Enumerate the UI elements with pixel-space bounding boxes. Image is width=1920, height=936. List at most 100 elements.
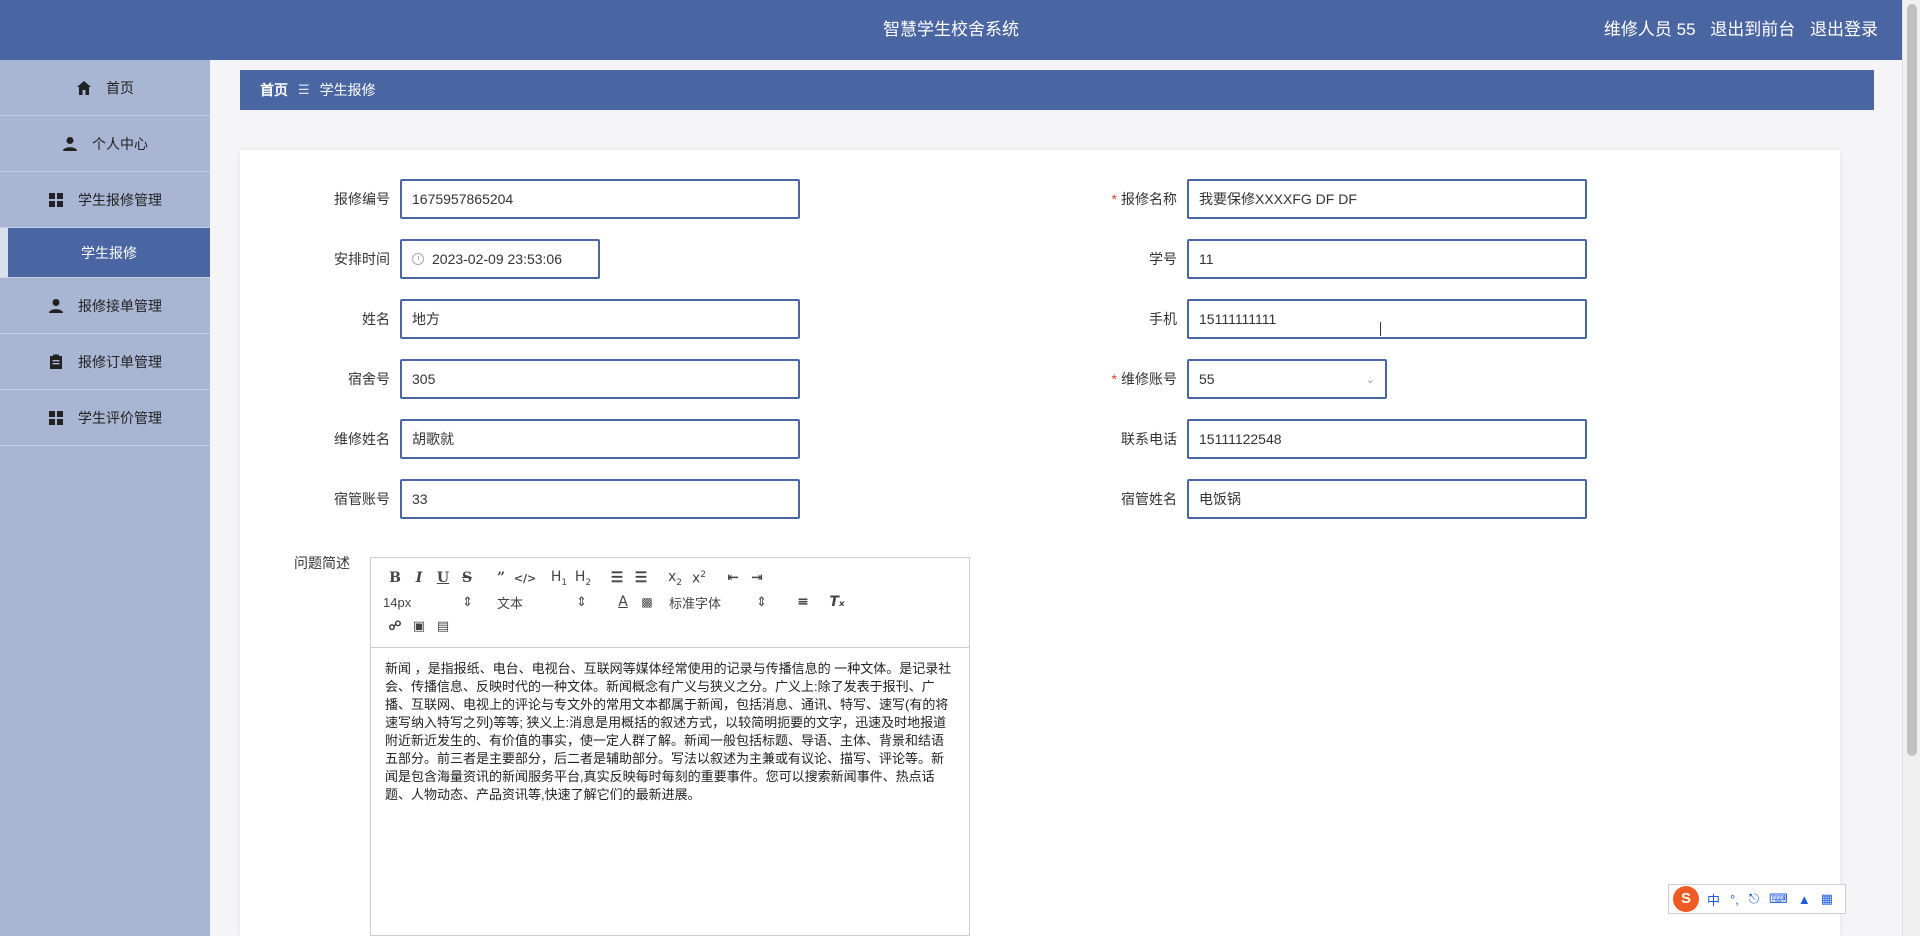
repair-person-input[interactable]: 胡歌就 — [400, 419, 800, 459]
field-schedule-time: 安排时间 2023-02-09 23:53:06 — [280, 239, 600, 279]
dorm-admin-name-input[interactable]: 电饭锅 — [1187, 479, 1587, 519]
field-label: 维修姓名 — [334, 431, 390, 447]
image-icon[interactable]: ▣ — [407, 619, 431, 634]
sidebar: 首页 个人中心 学生报修管理 学生报修 报修接单管理 报修订单管理 学生评价管理 — [0, 60, 210, 936]
code-icon[interactable]: </> — [513, 572, 537, 585]
phone-input[interactable]: 15111111111 — [1187, 299, 1587, 339]
page-scrollbar[interactable] — [1902, 0, 1920, 936]
repair-account-value: 55 — [1199, 371, 1215, 387]
field-contact-phone: 联系电话 15111122548 — [1067, 419, 1587, 459]
sidebar-item-student-repair[interactable]: 学生报修 — [0, 228, 210, 278]
repair-name-input[interactable]: 我要保修XXXXFG DF DF — [1187, 179, 1587, 219]
apps-icon[interactable]: ▦ — [1821, 891, 1833, 907]
repair-account-select[interactable]: 55 ⌄ — [1187, 359, 1387, 399]
microphone-icon[interactable]: ⎋ — [1749, 891, 1759, 907]
sidebar-item-label: 报修订单管理 — [78, 353, 162, 370]
repair-no-input[interactable]: 1675957865204 — [400, 179, 800, 219]
field-repair-account: * 维修账号 55 ⌄ — [1067, 359, 1387, 399]
name-input[interactable]: 地方 — [400, 299, 800, 339]
updown-icon: ⇕ — [462, 594, 473, 609]
field-label: 姓名 — [362, 311, 390, 327]
clear-format-icon[interactable]: Tₓ — [825, 594, 849, 610]
field-repair-no: 报修编号 1675957865204 — [280, 179, 800, 219]
ime-lang[interactable]: 中 — [1707, 890, 1720, 909]
strike-icon[interactable]: S — [455, 570, 479, 586]
contact-phone-input[interactable]: 15111122548 — [1187, 419, 1587, 459]
rich-text-editor: B I U S ” </> H1 H2 ☰ ☰ x2 x2 ⇤ ⇥ 14px ⇕… — [370, 557, 970, 936]
skin-icon[interactable]: ▲ — [1798, 892, 1811, 907]
grid-icon — [49, 192, 63, 207]
bullet-list-icon[interactable]: ☰ — [629, 570, 653, 586]
field-label: * 报修名称 — [1111, 191, 1177, 207]
sidebar-item-label: 个人中心 — [92, 135, 148, 152]
dorm-no-input[interactable]: 305 — [400, 359, 800, 399]
video-icon[interactable]: ▤ — [431, 619, 455, 634]
current-user: 维修人员 55 — [1603, 20, 1696, 39]
bold-icon[interactable]: B — [383, 570, 407, 586]
field-label: 宿管姓名 — [1121, 491, 1177, 507]
font-size-select[interactable]: 14px ⇕ — [383, 594, 473, 610]
subscript-icon[interactable]: x2 — [663, 569, 687, 588]
underline-icon[interactable]: U — [431, 570, 455, 586]
required-mark: * — [1111, 191, 1117, 207]
field-repair-name: * 报修名称 我要保修XXXXFG DF DF — [1067, 179, 1587, 219]
updown-icon: ⇕ — [576, 594, 587, 609]
toolbar-row-2: 14px ⇕ 文本 ⇕ A ▩ 标准字体 ⇕ ≡ Tₓ — [383, 590, 957, 614]
ime-punct[interactable]: °, — [1730, 892, 1739, 907]
h1-icon[interactable]: H1 — [547, 569, 571, 588]
text-color-icon[interactable]: A — [611, 594, 635, 610]
scrollbar-thumb[interactable] — [1907, 4, 1917, 756]
logout-link[interactable]: 退出登录 — [1810, 20, 1878, 39]
problem-label: 问题简述 — [294, 555, 350, 571]
sidebar-item-profile[interactable]: 个人中心 — [0, 116, 210, 172]
h2-icon[interactable]: H2 — [571, 569, 595, 588]
field-label: 学号 — [1149, 251, 1177, 267]
dorm-admin-account-input[interactable]: 33 — [400, 479, 800, 519]
sidebar-item-order-accept[interactable]: 报修接单管理 — [0, 278, 210, 334]
sidebar-item-label: 学生评价管理 — [78, 409, 162, 426]
italic-icon[interactable]: I — [407, 570, 431, 586]
sidebar-item-repair-manage[interactable]: 学生报修管理 — [0, 172, 210, 228]
field-phone: 手机 15111111111 — [1067, 299, 1587, 339]
chevron-down-icon: ⌄ — [1365, 373, 1375, 386]
grid-icon — [49, 410, 63, 425]
field-dorm-admin-account: 宿管账号 33 — [280, 479, 800, 519]
editor-content[interactable]: 新闻 ，是指报纸、电台、电视台、互联网等媒体经常使用的记录与传播信息的 一种文体… — [371, 648, 969, 816]
sidebar-item-label: 学生报修管理 — [78, 191, 162, 208]
blockquote-icon[interactable]: ” — [489, 570, 513, 586]
background-color-icon[interactable]: ▩ — [635, 595, 659, 609]
breadcrumb-current: 学生报修 — [319, 82, 376, 98]
align-icon[interactable]: ≡ — [791, 594, 815, 610]
breadcrumb-separator-icon: ☰ — [298, 82, 310, 97]
breadcrumb-home[interactable]: 首页 — [260, 80, 288, 100]
ordered-list-icon[interactable]: ☰ — [605, 570, 629, 586]
clipboard-icon — [50, 354, 62, 369]
field-label: 宿管账号 — [334, 491, 390, 507]
user-icon — [49, 298, 63, 313]
header-actions: 维修人员 55 退出到前台 退出登录 — [1594, 0, 1878, 60]
link-icon[interactable]: ☍ — [383, 619, 407, 634]
field-repair-person: 维修姓名 胡歌就 — [280, 419, 800, 459]
superscript-icon[interactable]: x2 — [687, 570, 711, 587]
sidebar-item-evaluation[interactable]: 学生评价管理 — [0, 390, 210, 446]
required-mark: * — [1111, 371, 1117, 387]
font-family-select[interactable]: 标准字体 ⇕ — [669, 593, 767, 612]
indent-icon[interactable]: ⇥ — [745, 570, 769, 586]
sidebar-item-order-manage[interactable]: 报修订单管理 — [0, 334, 210, 390]
user-icon — [63, 136, 77, 151]
breadcrumb: 首页 ☰ 学生报修 — [240, 70, 1874, 110]
outdent-icon[interactable]: ⇤ — [721, 570, 745, 586]
student-no-input[interactable]: 11 — [1187, 239, 1587, 279]
sidebar-item-home[interactable]: 首页 — [0, 60, 210, 116]
field-label: 报修编号 — [334, 191, 390, 207]
ime-logo-icon[interactable]: S — [1673, 886, 1699, 912]
top-bar: 智慧学生校舍系统 维修人员 55 退出到前台 退出登录 — [0, 0, 1902, 60]
toolbar-row-1: B I U S ” </> H1 H2 ☰ ☰ x2 x2 ⇤ ⇥ — [383, 566, 957, 590]
block-type-select[interactable]: 文本 ⇕ — [497, 593, 587, 612]
ime-toolbar: S 中 °, ⎋ ⌨ ▲ ▦ — [1668, 884, 1846, 914]
editor-toolbar: B I U S ” </> H1 H2 ☰ ☰ x2 x2 ⇤ ⇥ 14px ⇕… — [371, 558, 969, 648]
schedule-time-picker[interactable]: 2023-02-09 23:53:06 — [400, 239, 600, 279]
to-front-link[interactable]: 退出到前台 — [1710, 20, 1795, 39]
home-icon — [77, 80, 91, 95]
keyboard-icon[interactable]: ⌨ — [1769, 891, 1788, 907]
